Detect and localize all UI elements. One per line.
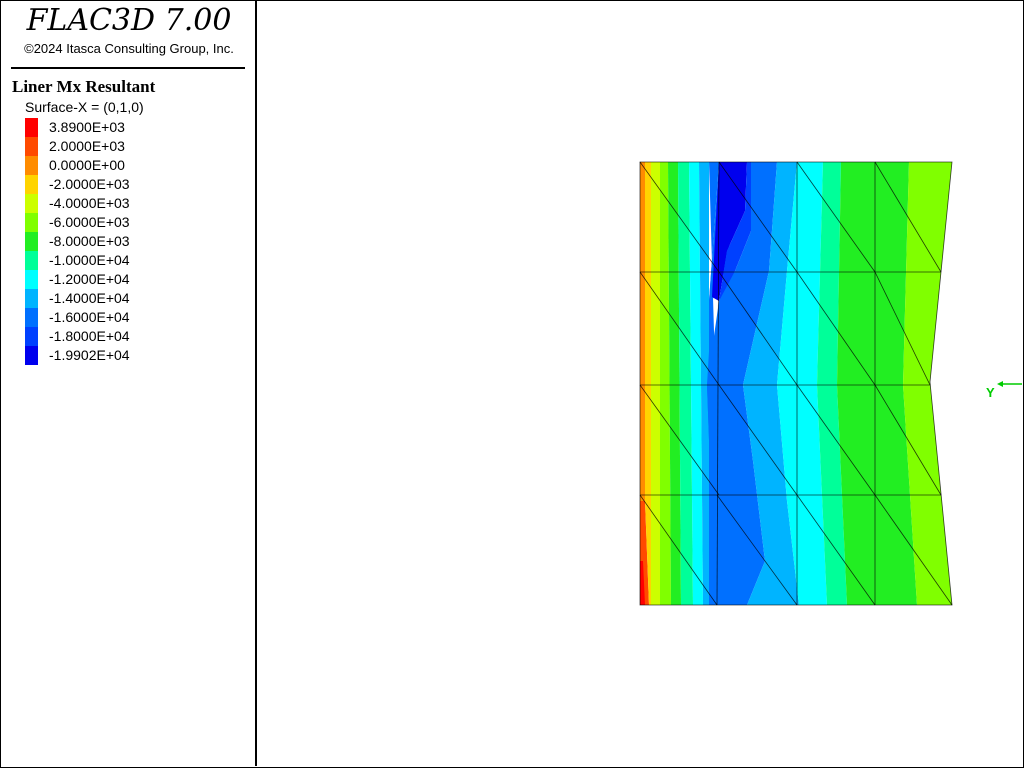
contour-band — [651, 162, 660, 605]
legend-value: -1.2000E+04 — [49, 271, 130, 287]
contour-plot[interactable]: Y — [257, 1, 1022, 766]
model-viewport[interactable]: Y — [257, 1, 1022, 766]
legend-entry: -1.9902E+04 — [25, 346, 130, 365]
legend-value: -1.4000E+04 — [49, 290, 130, 306]
legend-swatch — [25, 232, 38, 251]
legend-swatch — [25, 118, 38, 137]
legend-entry: -1.8000E+04 — [25, 327, 130, 346]
legend-swatch — [25, 327, 38, 346]
legend-entry: 2.0000E+03 — [25, 137, 130, 156]
legend-value: -2.0000E+03 — [49, 176, 130, 192]
axis-triad: Y — [986, 381, 1022, 400]
legend-swatch — [25, 194, 38, 213]
legend-swatch — [25, 137, 38, 156]
legend-entry: -1.0000E+04 — [25, 251, 130, 270]
legend-swatch — [25, 156, 38, 175]
app-title: FLAC3D 7.00 — [26, 3, 232, 38]
legend-value: 3.8900E+03 — [49, 119, 125, 135]
legend-value: -1.8000E+04 — [49, 328, 130, 344]
legend-value: -1.0000E+04 — [49, 252, 130, 268]
legend-value: 0.0000E+00 — [49, 157, 125, 173]
legend-divider — [11, 67, 245, 69]
legend-value: -6.0000E+03 — [49, 214, 130, 230]
copyright-text: ©2024 Itasca Consulting Group, Inc. — [24, 41, 234, 56]
legend-title: Liner Mx Resultant — [12, 77, 156, 96]
legend-subtitle: Surface-X = (0,1,0) — [25, 99, 144, 115]
legend-value: 2.0000E+03 — [49, 138, 125, 154]
legend-swatch — [25, 346, 38, 365]
legend-swatch — [25, 251, 38, 270]
legend-color-scale: 3.8900E+03 2.0000E+03 0.0000E+00 -2.0000… — [25, 118, 130, 365]
legend-entry: -1.2000E+04 — [25, 270, 130, 289]
legend-entry: -4.0000E+03 — [25, 194, 130, 213]
legend-value: -1.6000E+04 — [49, 309, 130, 325]
legend-entry: -1.4000E+04 — [25, 289, 130, 308]
legend-panel: FLAC3D 7.00 ©2024 Itasca Consulting Grou… — [1, 1, 257, 766]
legend-value: -8.0000E+03 — [49, 233, 130, 249]
legend-entry: 3.8900E+03 — [25, 118, 130, 137]
legend-entry: 0.0000E+00 — [25, 156, 130, 175]
y-axis-arrow-icon — [997, 381, 1003, 387]
legend-value: -4.0000E+03 — [49, 195, 130, 211]
legend-swatch — [25, 213, 38, 232]
legend-entry: -6.0000E+03 — [25, 213, 130, 232]
legend-value: -1.9902E+04 — [49, 347, 130, 363]
legend-swatch — [25, 175, 38, 194]
legend-swatch — [25, 270, 38, 289]
y-axis-label: Y — [986, 385, 995, 400]
legend-entry: -8.0000E+03 — [25, 232, 130, 251]
legend-swatch — [25, 289, 38, 308]
legend-entry: -1.6000E+04 — [25, 308, 130, 327]
legend-swatch — [25, 308, 38, 327]
legend-entry: -2.0000E+03 — [25, 175, 130, 194]
